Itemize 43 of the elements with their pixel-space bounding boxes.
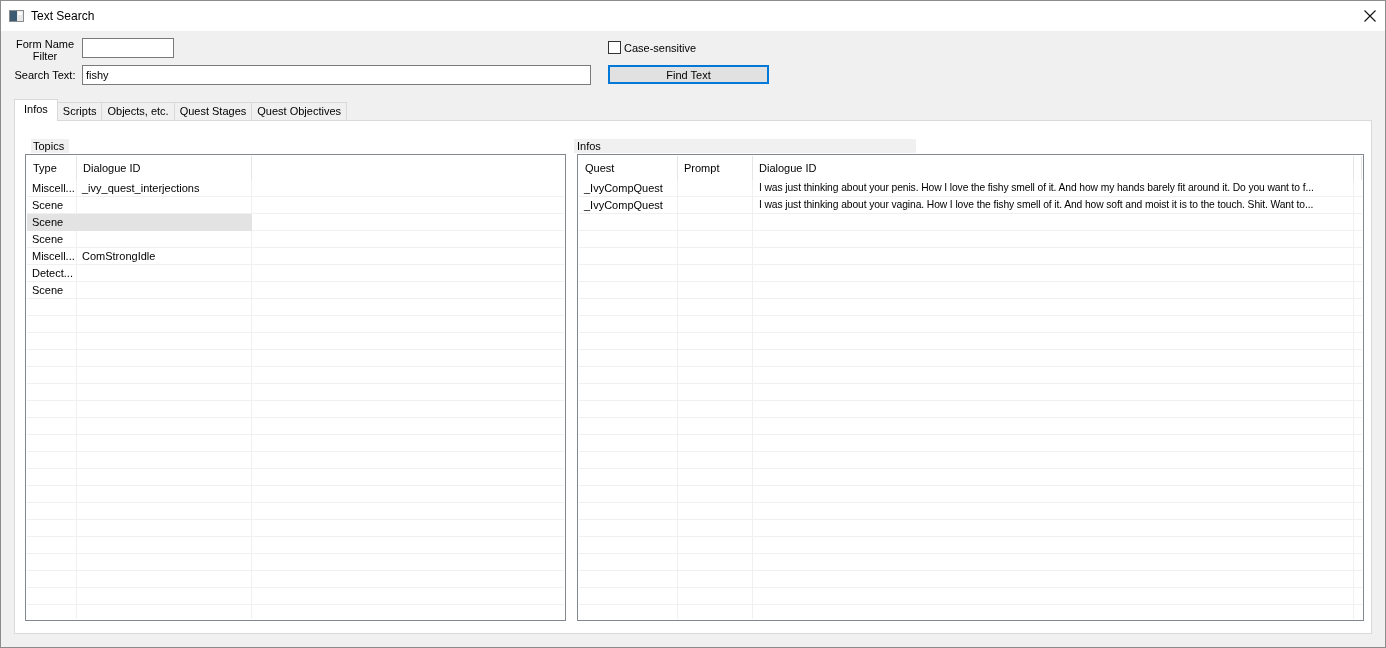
table-cell: I was just thinking about your penis. How I love the fishy smell of it. And how my hands barely fit around it. Do you want to f...	[753, 180, 1354, 196]
form-name-field[interactable]	[82, 38, 174, 58]
table-cell: _IvyCompQuest	[579, 180, 678, 196]
window-icon	[9, 10, 24, 22]
list-row[interactable]: _IvyCompQuest I was just thinking about your vagina. How I love the fishy smell of it. And how soft and moist it is to the touch. Shit. Want to...	[579, 197, 1354, 214]
table-cell: Scene	[27, 214, 77, 230]
table-cell: Detect...	[27, 265, 77, 281]
table-cell: Scene	[27, 197, 77, 213]
tab[interactable]: Quest Objectives	[251, 102, 348, 120]
list-row[interactable]: Scene	[27, 231, 252, 248]
column-header[interactable]: Dialogue ID	[77, 156, 252, 180]
tab[interactable]: Infos	[14, 99, 58, 121]
field-label: Search Text:	[14, 69, 76, 81]
table-cell: Scene	[27, 282, 77, 298]
close-icon[interactable]	[1364, 10, 1376, 22]
section-label: Topics	[31, 139, 70, 153]
search-field[interactable]: fishy	[82, 65, 591, 85]
column-header[interactable]: Prompt	[678, 156, 753, 180]
list-row[interactable]: Miscell... _ivy_quest_interjections	[27, 180, 252, 197]
table-cell: I was just thinking about your vagina. How I love the fishy smell of it. And how soft and moist it is to the touch. Shit. Want to...	[753, 197, 1354, 213]
table-cell: Miscell...	[27, 248, 77, 264]
list-row[interactable]: _IvyCompQuest I was just thinking about your penis. How I love the fishy smell of it. And how my hands barely fit around it. Do you want to f...	[579, 180, 1354, 197]
tab[interactable]: Scripts	[56, 102, 103, 120]
section-label: Infos	[574, 139, 916, 153]
table-cell: Miscell...	[27, 180, 77, 196]
column-header[interactable]: Quest	[579, 156, 678, 180]
checkbox[interactable]	[608, 41, 621, 54]
table-cell: Scene	[27, 231, 77, 247]
window-title: Text Search	[31, 9, 96, 23]
table-cell: ComStrongIdle	[77, 248, 252, 264]
tab[interactable]: Quest Stages	[173, 102, 253, 120]
table-cell: _IvyCompQuest	[579, 197, 678, 213]
column-header[interactable]: Type	[27, 156, 77, 180]
list-row[interactable]: Scene	[27, 214, 252, 231]
checkbox-label[interactable]: Case-sensitive	[624, 41, 697, 54]
list-row[interactable]: Detect...	[27, 265, 252, 282]
field-label: Form Name Filter	[14, 38, 76, 63]
table-cell: _ivy_quest_interjections	[77, 180, 252, 196]
find-text-button[interactable]: Find Text	[608, 65, 769, 84]
list-row[interactable]: Scene	[27, 282, 252, 299]
tab[interactable]: Objects, etc.	[101, 102, 175, 120]
column-header[interactable]: Dialogue ID	[753, 156, 1354, 180]
list-row[interactable]: Miscell... ComStrongIdle	[27, 248, 252, 265]
